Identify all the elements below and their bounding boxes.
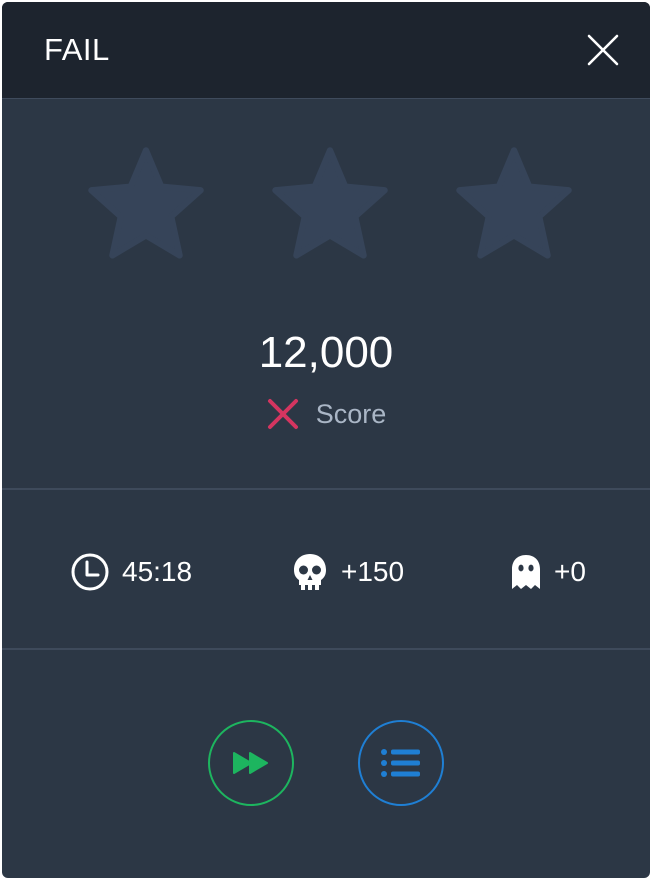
dialog-header: FAIL bbox=[2, 2, 650, 99]
stats-row: 45:18 +150 +0 bbox=[2, 542, 650, 602]
stat-ghosts: +0 bbox=[510, 542, 586, 602]
divider bbox=[2, 648, 650, 650]
score-value: 12,000 bbox=[258, 328, 394, 377]
star-icon bbox=[456, 147, 572, 259]
skip-button[interactable] bbox=[208, 720, 294, 806]
time-value: 45:18 bbox=[122, 556, 193, 587]
close-button[interactable] bbox=[585, 32, 621, 68]
score-label: Score bbox=[315, 399, 387, 429]
menu-button[interactable] bbox=[358, 720, 444, 806]
clock-icon bbox=[71, 553, 109, 591]
star-rating bbox=[2, 142, 650, 272]
star-icon bbox=[88, 147, 204, 259]
dialog-title: FAIL bbox=[44, 32, 110, 67]
stat-time: 45:18 bbox=[70, 542, 192, 602]
stat-kills: +150 bbox=[291, 542, 404, 602]
close-icon bbox=[587, 34, 619, 66]
star-icon bbox=[272, 147, 388, 259]
score-status: Score bbox=[2, 394, 650, 434]
divider bbox=[2, 488, 650, 490]
skull-icon bbox=[294, 554, 326, 590]
result-dialog: FAIL 12,000 Score 45:18 +150 +0 bbox=[2, 2, 650, 878]
ghost-icon bbox=[512, 555, 540, 589]
fast-forward-icon bbox=[233, 752, 268, 774]
ghosts-value: +0 bbox=[554, 556, 586, 587]
fail-x-icon bbox=[267, 399, 298, 429]
list-icon bbox=[381, 749, 420, 777]
kills-value: +150 bbox=[341, 556, 405, 587]
